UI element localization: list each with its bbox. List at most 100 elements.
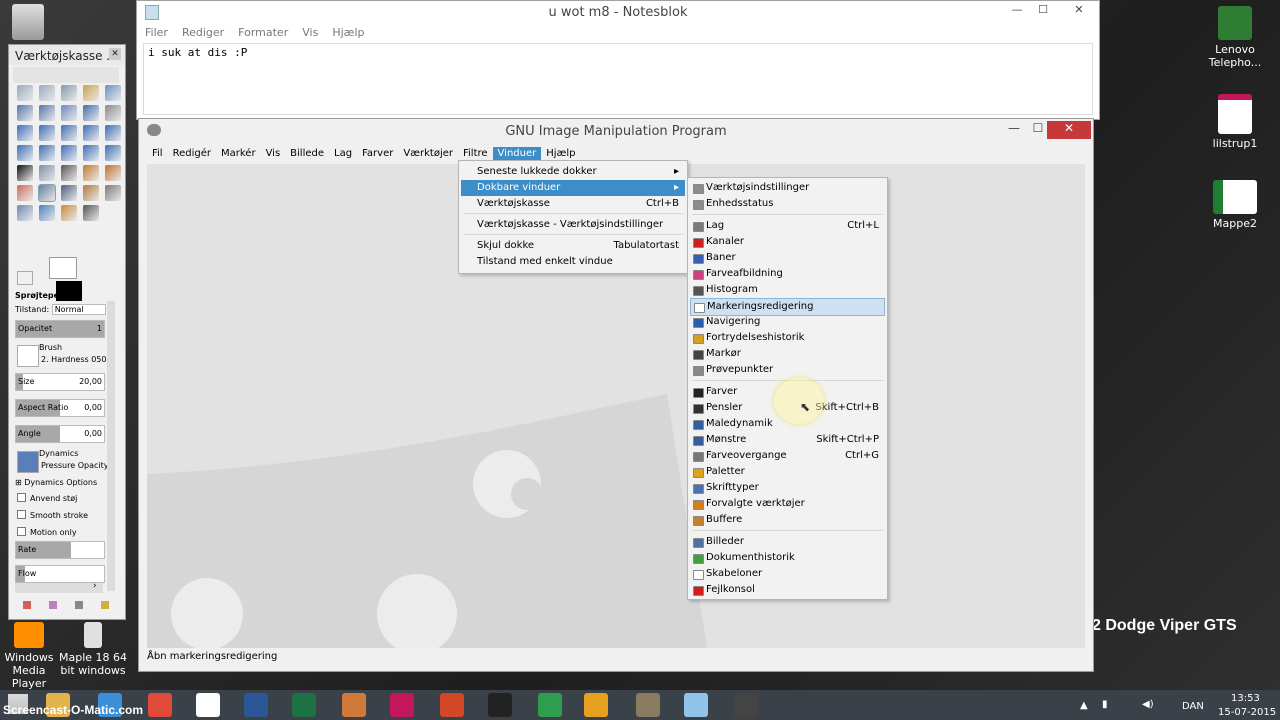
- perspective-tool-icon[interactable]: [39, 145, 55, 161]
- menu-item-toolbox[interactable]: Værktøjskasse Ctrl+B: [461, 196, 685, 212]
- dockable-item-kanaler[interactable]: Kanaler: [690, 234, 885, 250]
- delete-options-icon[interactable]: [75, 601, 83, 609]
- rect-select-tool-icon[interactable]: [17, 85, 33, 101]
- desktop-icon-maple[interactable]: Maple 18 64 bit windows: [58, 622, 128, 677]
- dockable-item-paletter[interactable]: Paletter: [690, 464, 885, 480]
- desktop-icon-lilstrup1[interactable]: lilstrup1: [1200, 94, 1270, 150]
- menu-formater[interactable]: Formater: [238, 26, 288, 39]
- dockable-item-provepunkter[interactable]: Prøvepunkter: [690, 362, 885, 378]
- language-indicator[interactable]: DAN: [1182, 701, 1204, 712]
- maximize-button[interactable]: ☐: [1031, 3, 1055, 19]
- ellipse-select-tool-icon[interactable]: [39, 85, 55, 101]
- reset-options-icon[interactable]: [101, 601, 109, 609]
- clock-time[interactable]: 13:53: [1231, 693, 1260, 704]
- background-color-swatch[interactable]: [49, 257, 77, 279]
- menu-item-dockable-windows[interactable]: Dokbare vinduer ▸: [461, 180, 685, 196]
- menu-item-single-window-mode[interactable]: Tilstand med enkelt vindue: [461, 254, 685, 270]
- paintbrush-tool-icon[interactable]: [105, 165, 121, 181]
- dockable-item-vaerktojsindstillinger[interactable]: Værktøjsindstillinger: [690, 180, 885, 196]
- menu-item-hide-docks[interactable]: Skjul dokke Tabulatortast: [461, 238, 685, 254]
- menu-hjaelp[interactable]: Hjælp: [541, 147, 580, 160]
- scale-tool-icon[interactable]: [105, 125, 121, 141]
- crop-tool-icon[interactable]: [61, 125, 77, 141]
- measure-tool-icon[interactable]: [105, 105, 121, 121]
- dockable-item-forvalgte-vaerktojer[interactable]: Forvalgte værktøjer: [690, 496, 885, 512]
- restore-options-icon[interactable]: [49, 601, 57, 609]
- free-select-tool-icon[interactable]: [61, 85, 77, 101]
- size-slider[interactable]: Size 20,00: [15, 373, 105, 391]
- shear-tool-icon[interactable]: [17, 145, 33, 161]
- dockable-item-dokumenthistorik[interactable]: Dokumenthistorik: [690, 550, 885, 566]
- text-tool-icon[interactable]: [17, 165, 33, 181]
- recycle-bin-icon[interactable]: [12, 4, 44, 40]
- dockable-item-buffere[interactable]: Buffere: [690, 512, 885, 528]
- mode-select[interactable]: Normal: [51, 304, 106, 315]
- tool-options-tab[interactable]: [17, 271, 33, 285]
- bucket-fill-tool-icon[interactable]: [39, 165, 55, 181]
- notepad-window[interactable]: u wot m8 - Notesblok — ☐ ✕ Filer Rediger…: [136, 0, 1100, 120]
- dockable-item-skrifttyper[interactable]: Skrifttyper: [690, 480, 885, 496]
- excel-icon[interactable]: [292, 693, 316, 717]
- menu-vinduer[interactable]: Vinduer: [492, 146, 542, 160]
- wilber-drop-area[interactable]: [13, 67, 119, 83]
- desktop-icon-lenovo[interactable]: Lenovo Telepho...: [1200, 6, 1270, 69]
- menu-marker[interactable]: Markér: [216, 147, 261, 160]
- toolbox-window[interactable]: Værktøjskasse ... ✕ Sprøjtepensel Tilsta…: [8, 44, 126, 620]
- close-button[interactable]: ✕: [109, 48, 121, 60]
- dockable-item-skabeloner[interactable]: Skabeloner: [690, 566, 885, 582]
- menu-item-toolbox-tool-options[interactable]: Værktøjskasse - Værktøjsindstillinger: [461, 217, 685, 233]
- menu-hjaelp[interactable]: Hjælp: [332, 26, 364, 39]
- menu-rediger[interactable]: Rediger: [182, 26, 224, 39]
- opacity-slider[interactable]: Opacitet 1: [15, 320, 105, 338]
- menu-filtre[interactable]: Filtre: [458, 147, 493, 160]
- aspect-ratio-slider[interactable]: Aspect Ratio 0,00: [15, 399, 105, 417]
- video-icon[interactable]: [584, 693, 608, 717]
- warp-tool-icon[interactable]: [105, 145, 121, 161]
- menu-farver[interactable]: Farver: [357, 147, 398, 160]
- volume-icon[interactable]: ◀): [1142, 699, 1154, 710]
- rotate-tool-icon[interactable]: [83, 125, 99, 141]
- clone-tool-icon[interactable]: [83, 185, 99, 201]
- angle-slider[interactable]: Angle 0,00: [15, 425, 105, 443]
- horizontal-scrollbar[interactable]: [15, 583, 103, 593]
- color-picker-tool-icon[interactable]: [83, 105, 99, 121]
- blur-tool-icon[interactable]: [39, 205, 55, 221]
- menu-rediger[interactable]: Redigér: [168, 147, 216, 160]
- flow-slider[interactable]: Flow: [15, 565, 105, 583]
- brush-preview[interactable]: [17, 345, 39, 367]
- menu-item-recent-docks[interactable]: Seneste lukkede dokker ▸: [461, 164, 685, 180]
- minimize-button[interactable]: —: [1001, 121, 1027, 139]
- heal-tool-icon[interactable]: [105, 185, 121, 201]
- flip-tool-icon[interactable]: [61, 145, 77, 161]
- zoom-tool-icon[interactable]: [105, 85, 121, 101]
- powerpoint-icon[interactable]: [440, 693, 464, 717]
- acrobat-icon[interactable]: [390, 693, 414, 717]
- apply-jitter-checkbox[interactable]: Anvend støj: [17, 493, 77, 503]
- vertical-scrollbar[interactable]: [107, 301, 115, 591]
- dockable-item-fortrydelseshistorik[interactable]: Fortrydelseshistorik: [690, 330, 885, 346]
- cage-tool-icon[interactable]: [83, 145, 99, 161]
- dockable-item-markor[interactable]: Markør: [690, 346, 885, 362]
- align-tool-icon[interactable]: [39, 125, 55, 141]
- scissors-tool-icon[interactable]: [17, 105, 33, 121]
- dockable-item-farveafbildning[interactable]: Farveafbildning: [690, 266, 885, 282]
- dynamics-options-expander[interactable]: ⊞ Dynamics Options: [15, 478, 118, 487]
- desktop-icon-wmp[interactable]: Windows Media Player: [0, 622, 64, 690]
- perspective-clone-tool-icon[interactable]: [17, 205, 33, 221]
- chrome-icon[interactable]: [148, 693, 172, 717]
- network-icon[interactable]: ▮: [1102, 699, 1108, 710]
- airbrush-tool-icon[interactable]: [38, 184, 56, 202]
- screen-recorder-icon[interactable]: [488, 693, 512, 717]
- dockable-item-monstre[interactable]: Mønstre Skift+Ctrl+P: [690, 432, 885, 448]
- menu-fil[interactable]: Fil: [147, 147, 168, 160]
- eraser-tool-icon[interactable]: [17, 185, 33, 201]
- dockable-item-fejlkonsol[interactable]: Fejlkonsol: [690, 582, 885, 598]
- menu-vis[interactable]: Vis: [302, 26, 318, 39]
- dockable-item-lag[interactable]: Lag Ctrl+L: [690, 218, 885, 234]
- paint-app-icon[interactable]: [342, 693, 366, 717]
- notepad-taskbar-icon[interactable]: [684, 693, 708, 717]
- ink-tool-icon[interactable]: [61, 185, 77, 201]
- cortana-icon[interactable]: [538, 693, 562, 717]
- minimize-button[interactable]: —: [1005, 3, 1029, 19]
- menu-vis[interactable]: Vis: [261, 147, 286, 160]
